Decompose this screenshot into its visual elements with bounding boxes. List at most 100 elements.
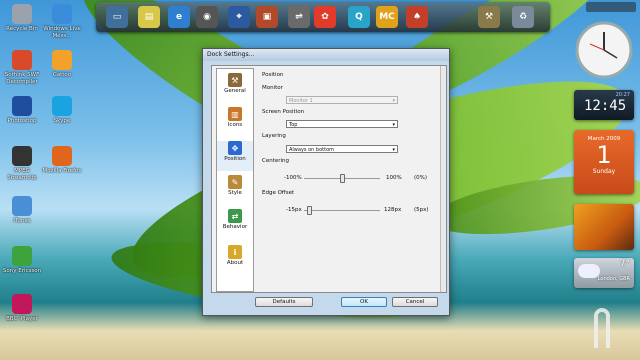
sidebar-item-icons[interactable]: ▥ Icons <box>217 107 253 137</box>
screen-position-value: Top <box>289 122 298 128</box>
monitor-value: Monitor 1 <box>289 98 313 104</box>
position-panel: Position Monitor Monitor 1 ▾ Screen Posi… <box>256 66 446 292</box>
desktop-icon[interactable]: MPEG Streamclip <box>0 146 44 181</box>
desktop-icon[interactable]: Mozilla Firefox <box>40 146 84 175</box>
flower-icon[interactable]: ✿ <box>314 6 336 28</box>
sidebar-item-general[interactable]: ⚒ General <box>217 73 253 103</box>
app-icon <box>12 146 32 166</box>
app-icon <box>12 4 32 24</box>
edge-offset-slider-thumb[interactable] <box>307 206 313 215</box>
cloud-icon <box>578 264 600 278</box>
about-icon: i <box>228 245 242 259</box>
chevron-down-icon: ▾ <box>392 147 395 153</box>
telescope-icon[interactable]: ⌖ <box>228 6 250 28</box>
sidebar-gadget-controls[interactable] <box>586 2 636 12</box>
dock-settings-dialog: Dock Settings... ⚒ General ▥ Icons ✥ Position… <box>202 48 450 316</box>
vertical-scrollbar[interactable] <box>440 66 446 292</box>
calendar-gadget[interactable]: March 2009 1 Sunday <box>574 130 634 194</box>
chevron-down-icon: ▾ <box>392 98 395 104</box>
desktop-icon-label: Sothink SWF Decompiler <box>4 72 40 85</box>
sidebar-item-style[interactable]: ✎ Style <box>217 175 253 205</box>
calendar-day: 1 <box>596 141 612 169</box>
sidebar-item-behavior[interactable]: ⇄ Behavior <box>217 209 253 239</box>
notes-icon[interactable]: ▤ <box>138 6 160 28</box>
desktop-icon-label: iTunes <box>13 218 31 224</box>
photos-icon[interactable]: ▣ <box>256 6 278 28</box>
desktop-icon-label: BBC iPlayer <box>6 316 38 322</box>
monitor-label: Monitor <box>262 85 283 91</box>
screen-position-label: Screen Position <box>262 109 305 115</box>
weather-location: London, GBR <box>597 276 630 282</box>
ok-button[interactable]: OK <box>341 297 387 307</box>
desktop-icon[interactable]: Cattoo <box>40 50 84 79</box>
sidebar-item-label: Behavior <box>222 224 248 230</box>
sidebar-item-about[interactable]: i About <box>217 245 253 275</box>
layering-select[interactable]: Always on bottom ▾ <box>286 145 398 153</box>
edge-offset-min: -15px <box>286 207 302 213</box>
desktop-icon[interactable]: Sony Ericsson <box>0 246 44 275</box>
desktop-icon-label: Mozilla Firefox <box>42 168 82 174</box>
sidebar-item-label: Position <box>224 156 246 162</box>
clock-gadget[interactable] <box>574 20 634 80</box>
settings-sidebar: ⚒ General ▥ Icons ✥ Position ✎ Style ⇄ Behavior i A… <box>216 68 254 292</box>
webcam-icon[interactable]: ◉ <box>196 6 218 28</box>
app-icon <box>12 294 32 314</box>
desktop-icon[interactable]: iTunes <box>0 196 44 225</box>
edge-offset-label: Edge Offset <box>262 190 295 196</box>
sidebar-item-label: Icons <box>227 122 243 128</box>
desktop-icon-label: Windows Live Mess... <box>43 26 81 39</box>
sidebar-item-position[interactable]: ✥ Position <box>217 141 253 171</box>
desktop-icon[interactable]: Skype <box>40 96 84 125</box>
general-icon: ⚒ <box>228 73 242 87</box>
centering-label: Centering <box>262 158 290 164</box>
behavior-icon: ⇄ <box>228 209 242 223</box>
desktop-icon-label: MPEG Streamclip <box>7 168 37 181</box>
style-icon: ✎ <box>228 175 242 189</box>
layering-label: Layering <box>262 133 286 139</box>
layering-value: Always on bottom <box>289 147 335 153</box>
desktop-icon[interactable]: BBC iPlayer <box>0 294 44 323</box>
centering-min: -100% <box>284 175 302 181</box>
dock-bar: ▭ ▤ e ◉ ⌖ ▣ ⇌ ✿ Q MC ♠ ⚒ ♻ <box>96 2 550 32</box>
weather-gadget[interactable]: 7° London, GBR <box>574 258 634 288</box>
usb-icon[interactable]: ⇌ <box>288 6 310 28</box>
weather-temp: 7° <box>619 259 630 269</box>
defaults-button[interactable]: Defaults <box>255 297 313 307</box>
centering-slider-thumb[interactable] <box>340 174 345 183</box>
desktop-icon-label: Sony Ericsson <box>2 268 42 274</box>
desktop-icon[interactable]: Recycle Bin <box>0 4 44 33</box>
tools-icon[interactable]: ⚒ <box>478 6 500 28</box>
app-icon <box>52 96 72 116</box>
sidebar-item-label: About <box>226 260 244 266</box>
edge-offset-max: 128px <box>384 207 402 213</box>
digital-clock-gadget[interactable]: 20:27 12:45 <box>574 90 634 120</box>
monitor-select[interactable]: Monitor 1 ▾ <box>286 96 398 104</box>
clock-face-icon <box>575 21 633 79</box>
cancel-button[interactable]: Cancel <box>392 297 438 307</box>
desktop-icon[interactable]: Windows Live Mess... <box>40 4 84 39</box>
edge-offset-value: (5px) <box>414 207 429 213</box>
dialog-title: Dock Settings... <box>203 49 449 61</box>
recycle-icon[interactable]: ♻ <box>512 6 534 28</box>
screen-position-select[interactable]: Top ▾ <box>286 120 398 128</box>
slideshow-gadget[interactable] <box>574 204 634 250</box>
desktop-icon-label: Recycle Bin <box>6 26 38 32</box>
mushroom-icon[interactable]: ♠ <box>406 6 428 28</box>
desktop-icon[interactable]: Sothink SWF Decompiler <box>0 50 44 85</box>
position-icon: ✥ <box>228 141 242 155</box>
centering-max: 100% <box>386 175 402 181</box>
sidebar-item-label: Style <box>228 190 242 196</box>
app-icon <box>12 96 32 116</box>
desktop-icon-label: Photoshop <box>7 118 37 124</box>
desktop-icon-label: Cattoo <box>52 72 72 78</box>
monitor-icon[interactable]: ▭ <box>106 6 128 28</box>
internet-explorer-icon[interactable]: e <box>168 6 190 28</box>
app-icon <box>12 246 32 266</box>
clock-time: 12:45 <box>584 98 627 114</box>
desktop-icon[interactable]: Photoshop <box>0 96 44 125</box>
mc-icon[interactable]: MC <box>376 6 398 28</box>
edge-offset-slider-track[interactable] <box>304 210 380 211</box>
quicktime-icon[interactable]: Q <box>348 6 370 28</box>
sidebar-item-label: General <box>224 88 246 94</box>
app-logo-icon <box>594 308 610 348</box>
